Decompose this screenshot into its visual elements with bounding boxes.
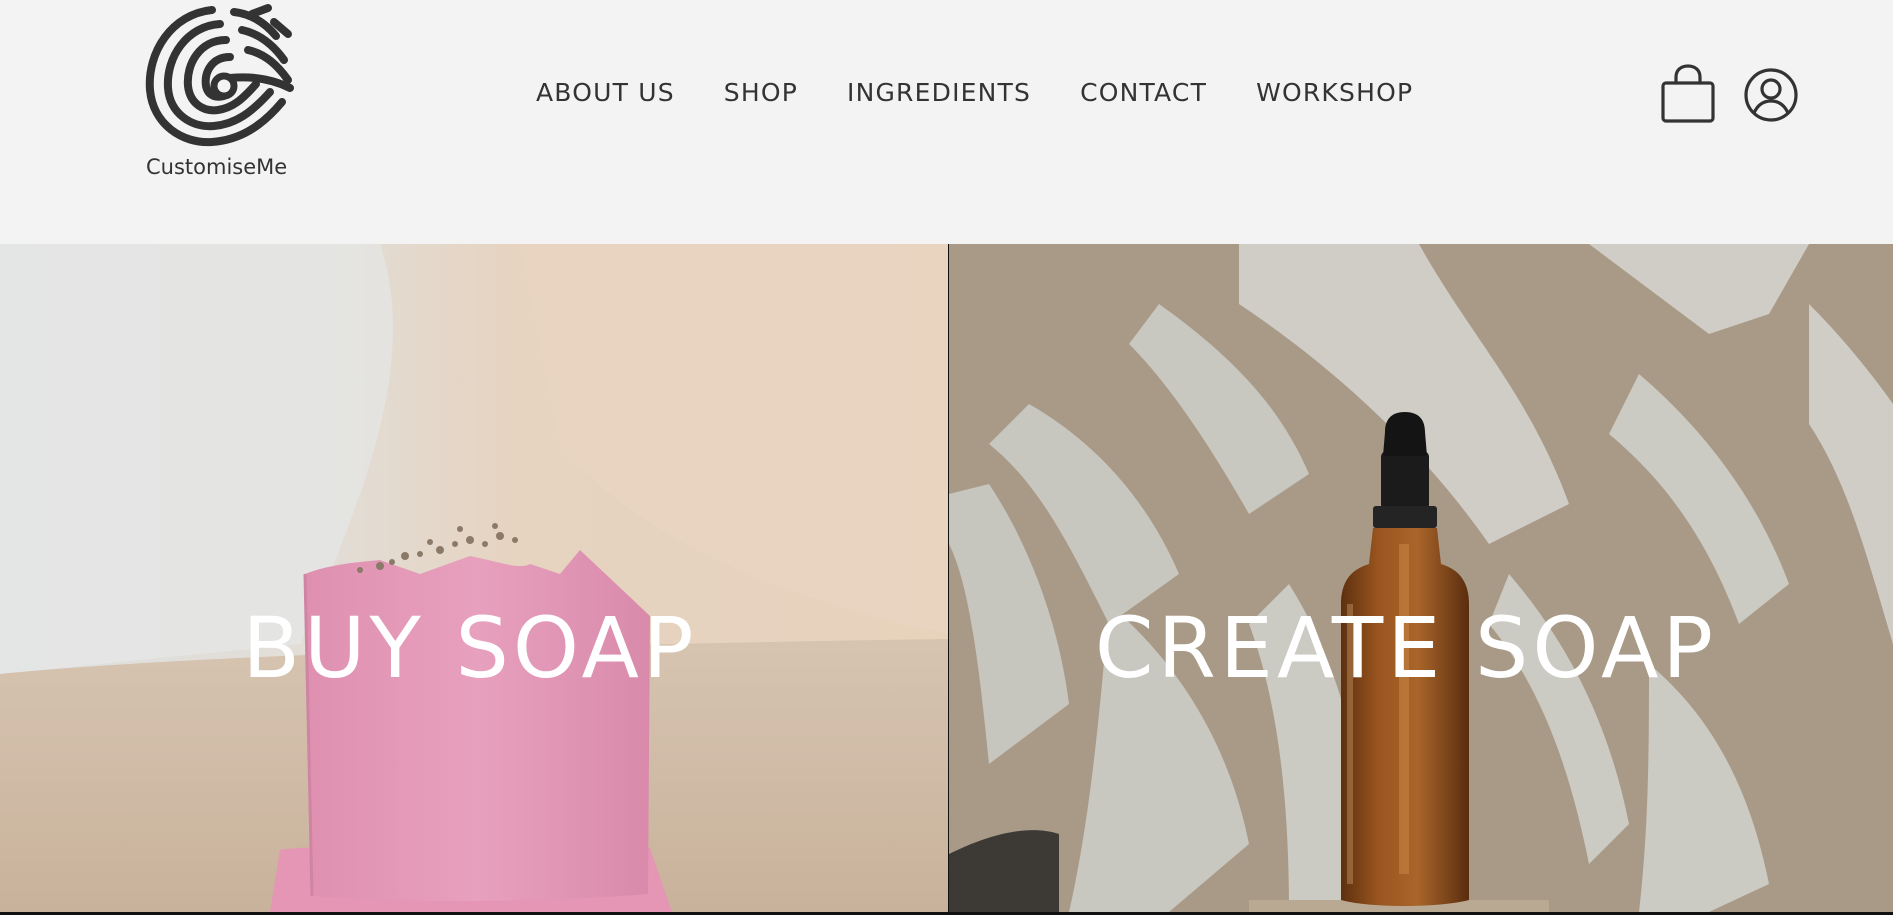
cart-button[interactable]: [1660, 64, 1716, 124]
site-header: CustomiseMe ABOUT US SHOP INGREDIENTS CO…: [0, 0, 1893, 244]
nav-item-contact[interactable]: CONTACT: [1080, 74, 1207, 112]
page: CustomiseMe ABOUT US SHOP INGREDIENTS CO…: [0, 0, 1893, 915]
nav-item-ingredients[interactable]: INGREDIENTS: [847, 74, 1031, 112]
user-account-icon: [1744, 68, 1798, 122]
pink-soap-bar-photo: [0, 244, 948, 912]
brand-name: CustomiseMe: [146, 155, 288, 179]
nav-item-shop[interactable]: SHOP: [724, 74, 798, 112]
amber-dropper-bottle-photo: [949, 244, 1893, 912]
hero-section: BUY SOAP CREATE SOAP: [0, 244, 1893, 915]
buy-soap-panel[interactable]: BUY SOAP: [0, 244, 948, 912]
brand-logo-icon: [145, 4, 294, 147]
nav-item-about-us[interactable]: ABOUT US: [536, 74, 675, 112]
create-soap-panel[interactable]: CREATE SOAP: [949, 244, 1893, 912]
main-nav: ABOUT US SHOP INGREDIENTS CONTACT WORKSH…: [536, 74, 1413, 112]
brand-logo-link[interactable]: CustomiseMe: [140, 2, 300, 182]
buy-soap-title: BUY SOAP: [242, 599, 698, 697]
nav-item-workshop[interactable]: WORKSHOP: [1256, 74, 1413, 112]
create-soap-title: CREATE SOAP: [1094, 599, 1718, 697]
shopping-bag-icon: [1661, 64, 1715, 123]
account-button[interactable]: [1743, 67, 1799, 123]
